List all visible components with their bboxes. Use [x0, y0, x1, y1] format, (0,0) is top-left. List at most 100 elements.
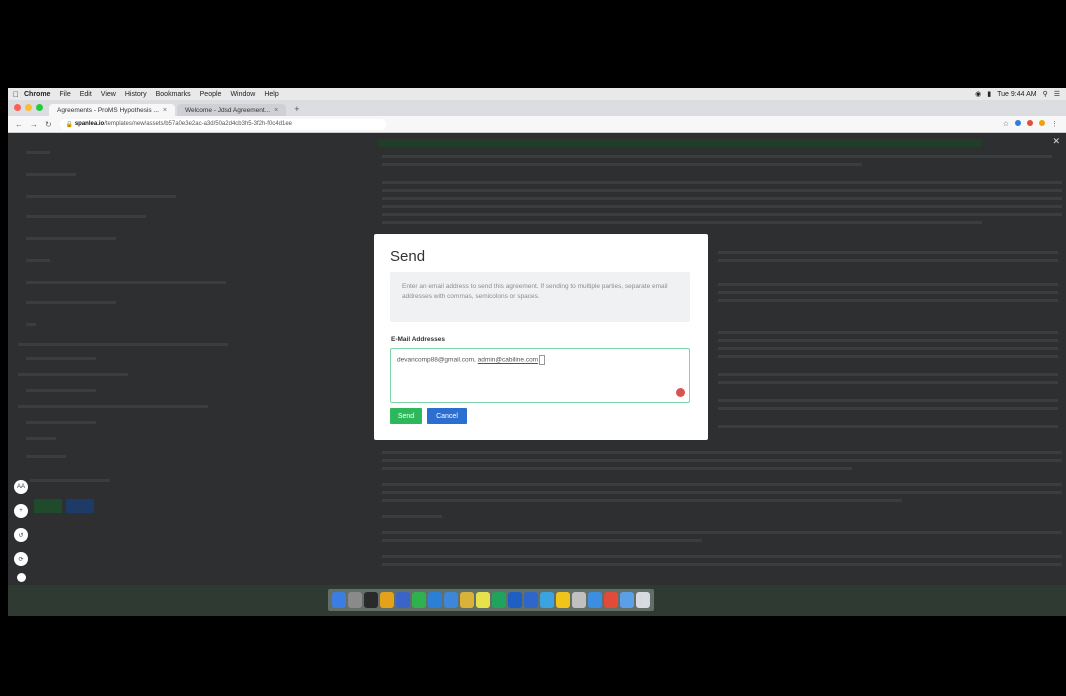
sidebar-line: [26, 357, 96, 360]
cancel-button[interactable]: Cancel: [427, 408, 467, 424]
menu-people[interactable]: People: [200, 91, 222, 98]
sidebar-line: [26, 421, 96, 424]
menu-view[interactable]: View: [101, 91, 116, 98]
app-icon[interactable]: [444, 592, 458, 608]
menu-clock[interactable]: Tue 9:44 AM: [997, 91, 1036, 98]
app-icon[interactable]: [524, 592, 538, 608]
app-icon[interactable]: [380, 592, 394, 608]
close-icon[interactable]: ✕: [1052, 136, 1060, 147]
app-icon[interactable]: [460, 592, 474, 608]
sidebar-line: [26, 237, 116, 240]
menu-edit[interactable]: Edit: [80, 91, 92, 98]
app-icon[interactable]: [588, 592, 602, 608]
more-icon[interactable]: ⋮: [1051, 120, 1058, 128]
reload-icon[interactable]: ↻: [45, 120, 52, 129]
menu-app[interactable]: Chrome: [24, 91, 50, 98]
sidebar: AA + ↺ ⟳: [8, 133, 368, 585]
app-icon[interactable]: [412, 592, 426, 608]
tab-welcome[interactable]: Welcome - Jdsd Agreement... ×: [176, 104, 287, 116]
chrome-icon[interactable]: [492, 592, 506, 608]
extension-icon[interactable]: [1015, 120, 1021, 126]
app-icon[interactable]: [396, 592, 410, 608]
tab-close-icon[interactable]: ×: [163, 107, 167, 114]
menu-window[interactable]: Window: [230, 91, 255, 98]
menu-bookmarks[interactable]: Bookmarks: [156, 91, 191, 98]
tab-close-icon[interactable]: ×: [274, 107, 278, 114]
back-icon[interactable]: ←: [15, 120, 23, 129]
extension-icon[interactable]: [1027, 120, 1033, 126]
circle-button-redo[interactable]: ⟳: [14, 552, 28, 566]
minimize-window-icon[interactable]: [25, 104, 32, 111]
terminal-icon[interactable]: [364, 592, 378, 608]
app-icon[interactable]: [540, 592, 554, 608]
sidebar-action-button[interactable]: [66, 499, 94, 513]
doc-line: [382, 491, 1062, 494]
app-icon[interactable]: [556, 592, 570, 608]
tab-agreements[interactable]: Agreements - ProMS Hypothesis ... ×: [49, 104, 175, 116]
email-address-2: admin@cabiline.com: [477, 356, 539, 364]
email-value: devancomp88@gmail.com, admin@cabiline.co…: [397, 355, 546, 365]
status-area: ◉ ▮ Tue 9:44 AM ⚲ ☰: [975, 90, 1066, 99]
trash-icon[interactable]: [636, 592, 650, 608]
doc-line: [382, 539, 702, 542]
doc-line: [382, 189, 1062, 192]
circle-button-text[interactable]: AA: [14, 480, 28, 494]
doc-line: [718, 347, 1058, 350]
extension-icon[interactable]: [1039, 120, 1045, 126]
menu-file[interactable]: File: [59, 91, 70, 98]
menu-history[interactable]: History: [125, 91, 147, 98]
app-icon[interactable]: [620, 592, 634, 608]
doc-line: [718, 373, 1058, 376]
address-bar[interactable]: 🔒 spanlea.io /templates/new/assets/b57a0…: [59, 118, 386, 130]
grammar-check-icon[interactable]: [676, 388, 685, 397]
undo-icon: ↺: [18, 532, 24, 539]
plus-icon: +: [19, 508, 23, 514]
doc-line: [382, 483, 1062, 486]
circle-button-add[interactable]: +: [14, 504, 28, 518]
apple-icon[interactable]: : [8, 90, 24, 99]
wifi-icon[interactable]: ◉: [975, 90, 981, 98]
mac-menu-bar:  Chrome File Edit View History Bookmark…: [8, 88, 1066, 100]
doc-line: [382, 181, 1062, 184]
sidebar-line: [18, 343, 228, 346]
star-icon[interactable]: ☆: [1003, 120, 1009, 128]
new-tab-icon[interactable]: +: [288, 104, 305, 116]
tab-title: Welcome - Jdsd Agreement...: [184, 106, 271, 114]
doc-line: [718, 381, 1058, 384]
sidebar-save-button[interactable]: [34, 499, 62, 513]
desktop-strip: [8, 585, 1066, 616]
app-icon[interactable]: [572, 592, 586, 608]
doc-line: [382, 155, 1052, 158]
doc-line: [718, 299, 1058, 302]
app-icon[interactable]: [476, 592, 490, 608]
dock: [328, 589, 654, 611]
app-icon[interactable]: [604, 592, 618, 608]
window-controls: [8, 104, 49, 116]
doc-line: [382, 531, 1062, 534]
send-button[interactable]: Send: [390, 408, 422, 424]
launchpad-icon[interactable]: [348, 592, 362, 608]
send-modal: Send Enter an email address to send this…: [374, 234, 708, 440]
search-icon[interactable]: ⚲: [1043, 90, 1048, 98]
sidebar-line: [26, 389, 96, 392]
doc-line: [382, 515, 442, 518]
circle-button-undo[interactable]: ↺: [14, 528, 28, 542]
tab-strip: Agreements - ProMS Hypothesis ... × Welc…: [8, 100, 1066, 116]
maximize-window-icon[interactable]: [36, 104, 43, 111]
circle-button-small[interactable]: [17, 573, 26, 582]
battery-icon[interactable]: ▮: [987, 90, 991, 98]
doc-line: [382, 205, 1062, 208]
app-icon[interactable]: [428, 592, 442, 608]
close-window-icon[interactable]: [14, 104, 21, 111]
modal-description: Enter an email address to send this agre…: [390, 272, 690, 322]
doc-line: [382, 563, 1062, 566]
email-addresses-field[interactable]: devancomp88@gmail.com, admin@cabiline.co…: [390, 348, 690, 403]
menu-help[interactable]: Help: [264, 91, 278, 98]
tab-title: Agreements - ProMS Hypothesis ...: [57, 106, 159, 114]
finder-icon[interactable]: [332, 592, 346, 608]
forward-icon[interactable]: →: [30, 120, 38, 129]
menu-list-icon[interactable]: ☰: [1054, 90, 1060, 98]
doc-line: [382, 467, 852, 470]
app-icon[interactable]: [508, 592, 522, 608]
sidebar-line: [26, 173, 76, 176]
